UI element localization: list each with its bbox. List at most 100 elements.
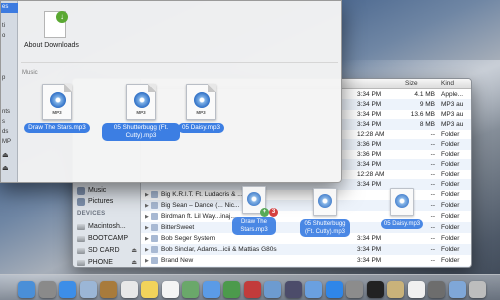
notes-icon[interactable] (141, 281, 158, 298)
app-store-icon[interactable] (325, 281, 343, 298)
row-kind: MP3 au (441, 111, 464, 118)
row-time: 3:34 PM (357, 161, 382, 168)
maps-icon[interactable] (182, 281, 199, 298)
sidebar-item-macintosh-hd[interactable]: Macintosh... (77, 221, 139, 232)
imovie-icon[interactable] (284, 281, 302, 298)
sidebar-item[interactable]: MP (2, 139, 11, 145)
file-item[interactable]: MP3 Draw The Stars.mp3 (22, 84, 92, 133)
preview-icon[interactable] (387, 281, 404, 298)
row-time: 3:34 PM (357, 91, 382, 98)
sidebar-item[interactable]: p (2, 75, 5, 81)
row-kind: Folder (441, 131, 460, 138)
finder-icon[interactable] (18, 281, 35, 298)
folder-icon (151, 246, 158, 253)
eject-icon[interactable]: ⏏ (2, 151, 9, 159)
stack-sidebar: es ti o p nts s ds MP ⏏ ⏏ (1, 1, 18, 182)
activity-monitor-icon[interactable] (428, 281, 445, 298)
disclosure-triangle-icon[interactable]: ▶ (145, 236, 149, 242)
dock (0, 274, 500, 300)
mp3-file-icon: MP3 (42, 84, 72, 120)
sidebar-item[interactable]: ds (2, 129, 8, 135)
mail-icon[interactable] (79, 281, 97, 298)
row-time: 3:34 PM (357, 101, 382, 108)
sidebar-item-label: SD CARD (88, 247, 120, 254)
column-kind-header[interactable]: Kind (441, 80, 454, 87)
disclosure-triangle-icon[interactable]: ▶ (145, 247, 149, 253)
facetime-icon[interactable] (223, 281, 240, 298)
itunes-icon[interactable] (305, 281, 322, 298)
row-size: -- (430, 246, 435, 253)
table-row[interactable]: ▶ Brand New 3:34 PM -- Folder (141, 255, 471, 266)
photo-booth-icon[interactable] (243, 281, 261, 298)
file-ext-label: MP3 (136, 110, 146, 115)
terminal-icon[interactable] (366, 281, 384, 298)
sidebar-item[interactable]: ti (2, 23, 5, 29)
disclosure-triangle-icon[interactable]: ▶ (145, 214, 149, 220)
eject-icon[interactable]: ⏏ (131, 247, 137, 254)
disclosure-triangle-icon[interactable]: ▶ (145, 203, 149, 209)
sidebar-item-label: Music (88, 187, 107, 194)
table-row[interactable]: ▶ Bob Sinclar, Adams...icii & Mattias G80… (141, 244, 471, 255)
row-time: 3:34 PM (357, 121, 382, 128)
sidebar-devices-heading: DEVICES (77, 211, 106, 217)
row-kind: Folder (441, 246, 460, 253)
row-name: Bob Seger System (161, 235, 216, 242)
safari-icon[interactable] (59, 281, 76, 298)
row-name: Brand New (161, 257, 194, 264)
sidebar-item-pictures[interactable]: Pictures (77, 196, 139, 207)
row-time: 3:36 PM (357, 151, 382, 158)
count-badge: 3 (269, 208, 278, 217)
about-downloads-document[interactable]: ↓ (40, 11, 70, 39)
sidebar-item[interactable]: s (2, 119, 5, 125)
sidebar-item[interactable]: nts (2, 109, 10, 115)
drag-ghost-label: 05 Daisy.mp3 (380, 219, 424, 229)
sidebar-item-bootcamp[interactable]: BOOTCAMP (77, 233, 139, 244)
row-size: 8 MB (419, 121, 435, 128)
disclosure-triangle-icon[interactable]: ▶ (145, 225, 149, 231)
hard-drive-icon (77, 235, 85, 242)
trash-icon[interactable] (469, 281, 486, 298)
downloads-stack-window[interactable]: es ti o p nts s ds MP ⏏ ⏏ ↓ About Downlo… (0, 0, 342, 183)
row-kind: Folder (441, 235, 460, 242)
sd-card-icon (77, 247, 85, 254)
file-name-label: 05 Daisy.mp3 (177, 123, 225, 133)
eject-icon[interactable]: ⏏ (131, 259, 137, 266)
drag-ghost-label: Draw The Stars.mp3 (232, 217, 276, 235)
about-downloads-label: About Downloads (24, 42, 79, 49)
iphoto-icon[interactable] (264, 281, 281, 298)
row-kind: Folder (441, 151, 460, 158)
sidebar-selected-item[interactable]: es (1, 3, 18, 13)
row-time: 3:34 PM (357, 246, 382, 253)
music-folder-icon (77, 186, 85, 195)
textedit-icon[interactable] (407, 281, 425, 298)
column-size-header[interactable]: Size (405, 80, 418, 87)
row-size: -- (430, 235, 435, 242)
sidebar-item[interactable]: o (2, 33, 5, 39)
sidebar-item-music[interactable]: Music (77, 185, 139, 196)
sidebar-item-sd-card[interactable]: SD CARD ⏏ (77, 245, 139, 256)
sidebar-item-label: Pictures (88, 198, 114, 205)
folder-icon (151, 191, 158, 198)
system-preferences-icon[interactable] (346, 281, 363, 298)
disclosure-triangle-icon[interactable]: ▶ (145, 258, 149, 264)
row-kind: Folder (441, 202, 460, 209)
table-row[interactable]: ▶CamOne (141, 266, 471, 267)
row-size: -- (430, 181, 435, 188)
download-arrow-icon: ↓ (56, 11, 68, 23)
file-item[interactable]: MP3 05 Daisy.mp3 (168, 84, 234, 133)
disclosure-triangle-icon[interactable]: ▶ (145, 192, 149, 198)
row-kind: MP3 au (441, 101, 464, 108)
calendar-icon[interactable] (120, 281, 138, 298)
reminders-icon[interactable] (161, 281, 179, 298)
eject-icon[interactable]: ⏏ (2, 164, 9, 172)
folder-icon[interactable] (448, 281, 466, 298)
row-time: 3:34 PM (357, 235, 382, 242)
drag-ghost-label: 05 Shutterbugg (Ft. Cutty).mp3 (300, 219, 350, 237)
mp3-file-icon (313, 188, 337, 216)
contacts-icon[interactable] (100, 281, 117, 298)
sidebar-item-phone[interactable]: PHONE ⏏ (77, 257, 139, 267)
messages-icon[interactable] (202, 281, 220, 298)
section-divider (21, 62, 338, 63)
row-size: -- (430, 131, 435, 138)
launchpad-icon[interactable] (38, 281, 56, 298)
